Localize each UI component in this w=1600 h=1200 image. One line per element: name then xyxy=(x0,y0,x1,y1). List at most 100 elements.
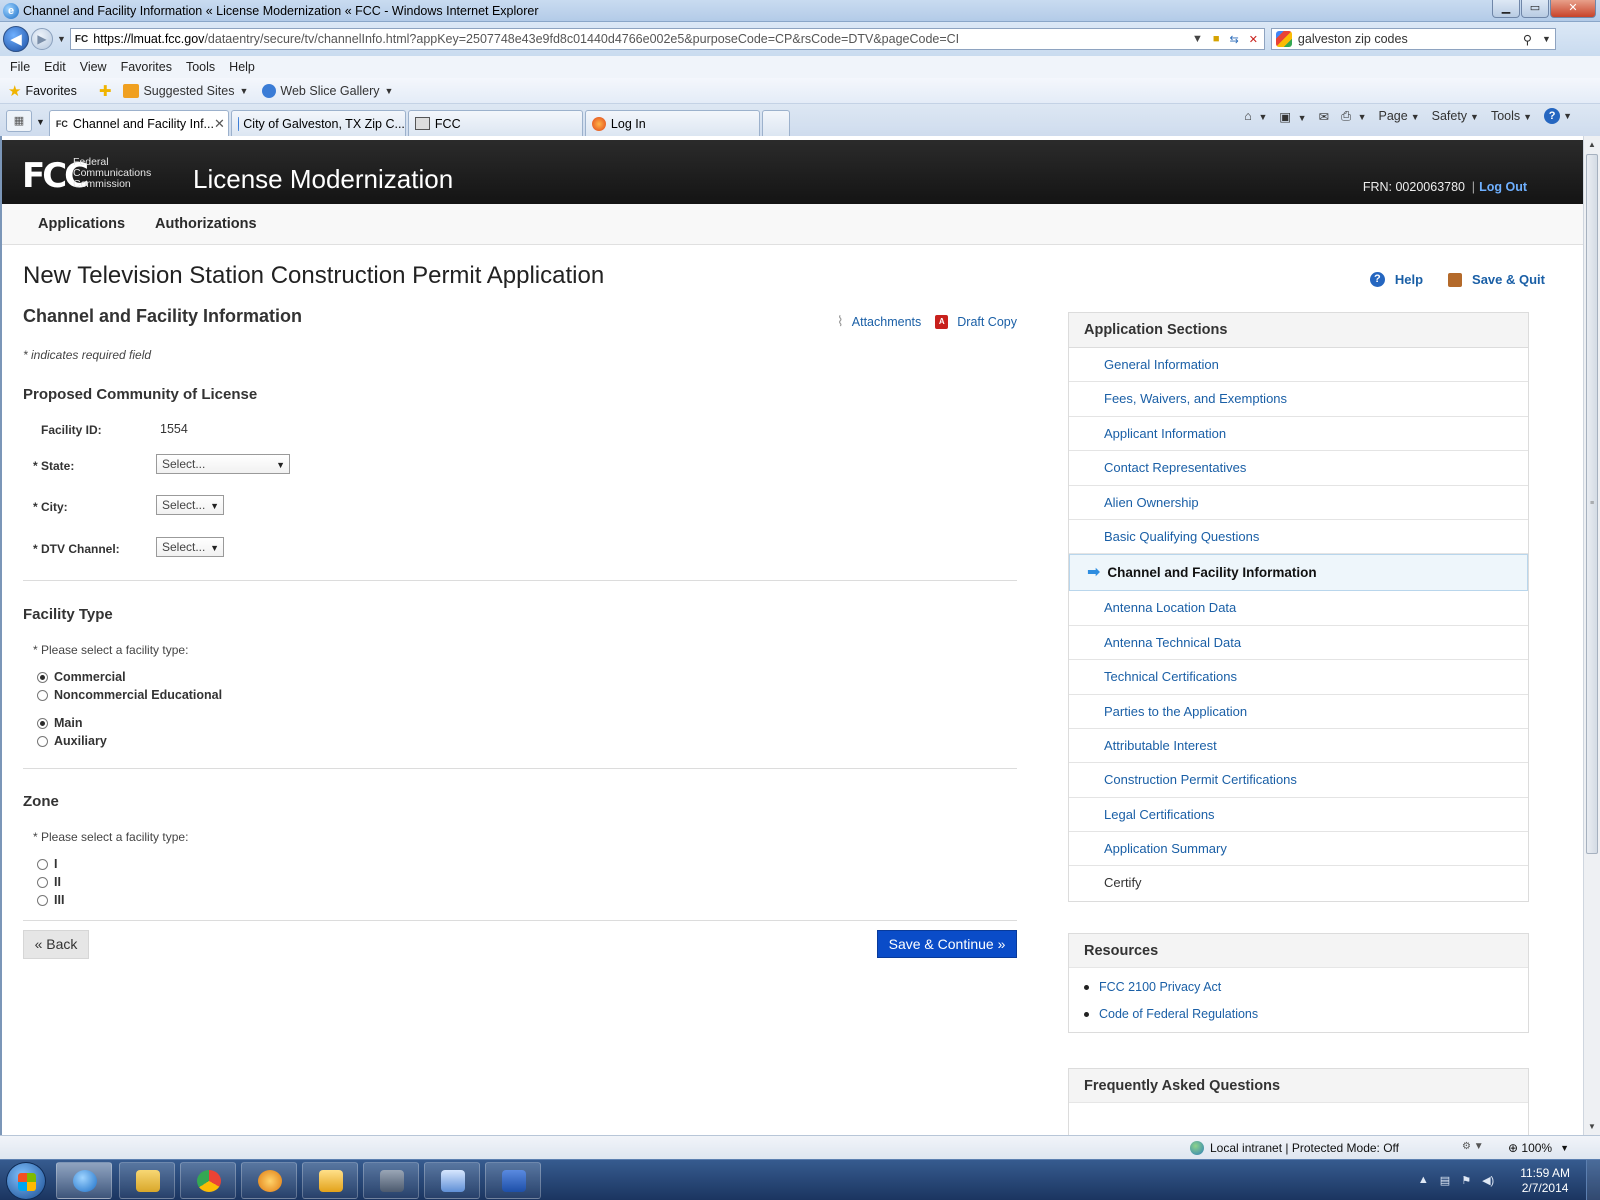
log-out-link[interactable]: Log Out xyxy=(1479,180,1527,194)
menu-tools[interactable]: Tools xyxy=(186,60,215,74)
pdf-icon[interactable]: A xyxy=(935,314,949,329)
search-options-icon[interactable]: ▼ xyxy=(1542,34,1551,44)
maximize-button[interactable]: ▭ xyxy=(1521,0,1549,18)
refresh-icon[interactable]: ⇆ xyxy=(1229,33,1238,46)
vertical-scrollbar[interactable]: ▲ ≡ ▼ xyxy=(1583,136,1600,1135)
address-dropdown-icon[interactable]: ▼ xyxy=(1192,33,1203,45)
radio-button[interactable] xyxy=(37,671,48,683)
help-icon[interactable]: ? xyxy=(1369,272,1385,287)
radio-zone-i[interactable]: I xyxy=(37,857,57,871)
page-menu[interactable]: Page ▼ xyxy=(1378,109,1419,123)
section-channel-facility-current[interactable]: ➡ Channel and Facility Information xyxy=(1069,554,1528,592)
radio-auxiliary[interactable]: Auxiliary xyxy=(37,734,107,748)
section-applicant-information[interactable]: Applicant Information xyxy=(1069,417,1528,452)
section-legal-certifications[interactable]: Legal Certifications xyxy=(1069,798,1528,833)
radio-button[interactable] xyxy=(37,894,48,906)
paperclip-icon[interactable]: ⌇ xyxy=(837,313,844,330)
save-quit-link[interactable]: Save & Quit xyxy=(1472,272,1545,287)
home-icon[interactable]: ⌂ ▼ xyxy=(1244,109,1267,123)
radio-button[interactable] xyxy=(37,858,48,870)
nav-applications[interactable]: Applications xyxy=(38,216,125,232)
start-button[interactable] xyxy=(6,1162,46,1200)
resource-link[interactable]: Code of Federal Regulations xyxy=(1099,1001,1258,1028)
lock-icon[interactable]: ■ xyxy=(1213,33,1220,45)
volume-icon[interactable]: ◀) xyxy=(1482,1174,1494,1187)
section-cp-certifications[interactable]: Construction Permit Certifications xyxy=(1069,763,1528,798)
menu-help[interactable]: Help xyxy=(229,60,255,74)
draft-copy-link[interactable]: Draft Copy xyxy=(957,315,1017,329)
close-window-button[interactable]: ✕ xyxy=(1550,0,1596,18)
scroll-up-icon[interactable]: ▲ xyxy=(1584,136,1600,153)
section-attributable-interest[interactable]: Attributable Interest xyxy=(1069,729,1528,764)
section-antenna-location[interactable]: Antenna Location Data xyxy=(1069,591,1528,626)
save-continue-button[interactable]: Save & Continue » xyxy=(877,930,1017,958)
radio-button[interactable] xyxy=(37,689,48,701)
section-technical-certifications[interactable]: Technical Certifications xyxy=(1069,660,1528,695)
radio-commercial[interactable]: Commercial xyxy=(37,670,126,684)
help-link[interactable]: Help xyxy=(1395,272,1423,287)
taskbar-chrome[interactable] xyxy=(180,1162,236,1199)
radio-main[interactable]: Main xyxy=(37,716,82,730)
section-antenna-technical[interactable]: Antenna Technical Data xyxy=(1069,626,1528,661)
tab-channel-facility[interactable]: FC Channel and Facility Inf... ✕ xyxy=(48,110,229,136)
section-general-information[interactable]: General Information xyxy=(1069,348,1528,383)
forward-nav-button[interactable]: ▶ xyxy=(31,28,53,50)
section-alien-ownership[interactable]: Alien Ownership xyxy=(1069,486,1528,520)
web-slice-gallery-button[interactable]: Web Slice Gallery ▼ xyxy=(262,83,393,98)
resource-cfr[interactable]: Code of Federal Regulations xyxy=(1084,1001,1528,1028)
system-clock[interactable]: 11:59 AM 2/7/2014 xyxy=(1520,1166,1570,1196)
print-icon[interactable]: ⎙ ▼ xyxy=(1341,109,1366,124)
show-hidden-icons-icon[interactable]: ▲ xyxy=(1418,1174,1429,1187)
security-zone[interactable]: Local intranet | Protected Mode: Off xyxy=(1190,1141,1399,1155)
scroll-thumb[interactable]: ≡ xyxy=(1586,154,1598,854)
section-basic-qualifying[interactable]: Basic Qualifying Questions xyxy=(1069,520,1528,555)
back-nav-button[interactable]: ◀ xyxy=(3,26,29,52)
search-box[interactable]: galveston zip codes ⚲ ▼ xyxy=(1270,28,1556,50)
address-bar[interactable]: FC https://lmuat.fcc.gov /dataentry/secu… xyxy=(69,28,1265,50)
help-menu[interactable]: ? ▼ xyxy=(1544,108,1572,124)
tab-list-dropdown-icon[interactable]: ▼ xyxy=(36,117,45,127)
radio-button[interactable] xyxy=(37,735,48,747)
menu-view[interactable]: View xyxy=(80,60,107,74)
show-desktop-button[interactable] xyxy=(1586,1160,1600,1200)
radio-button[interactable] xyxy=(37,717,48,729)
tab-log-in[interactable]: Log In xyxy=(584,110,760,136)
state-select[interactable]: Select... ▼ xyxy=(156,454,290,474)
section-contact-representatives[interactable]: Contact Representatives xyxy=(1069,451,1528,486)
new-tab-button[interactable] xyxy=(761,110,790,136)
tab-galveston-zip[interactable]: City of Galveston, TX Zip C... xyxy=(230,110,406,136)
quick-tabs-icon[interactable]: ▦ xyxy=(6,110,32,132)
attachments-link[interactable]: Attachments xyxy=(852,315,921,329)
menu-favorites[interactable]: Favorites xyxy=(121,60,172,74)
tab-fcc[interactable]: FCC xyxy=(407,110,583,136)
radio-zone-iii[interactable]: III xyxy=(37,893,64,907)
section-parties[interactable]: Parties to the Application xyxy=(1069,695,1528,729)
nav-authorizations[interactable]: Authorizations xyxy=(155,216,257,232)
minimize-button[interactable]: ▁ xyxy=(1492,0,1520,18)
save-quit-icon[interactable] xyxy=(1448,272,1463,287)
favorites-button[interactable]: ★ Favorites xyxy=(8,82,77,100)
protected-mode-icon[interactable]: ⚙ ▼ xyxy=(1462,1141,1484,1152)
suggested-sites-button[interactable]: Suggested Sites ▼ xyxy=(123,83,248,98)
feeds-icon[interactable]: ▣ ▼ xyxy=(1279,109,1306,124)
safety-menu[interactable]: Safety ▼ xyxy=(1432,109,1479,123)
taskbar-media-player[interactable] xyxy=(241,1162,297,1199)
taskbar-explorer[interactable] xyxy=(119,1162,175,1199)
history-dropdown-icon[interactable]: ▼ xyxy=(57,34,66,44)
menu-edit[interactable]: Edit xyxy=(44,60,66,74)
city-select[interactable]: Select... ▼ xyxy=(156,495,224,515)
dtv-channel-select[interactable]: Select... ▼ xyxy=(156,537,224,557)
section-fees-waivers[interactable]: Fees, Waivers, and Exemptions xyxy=(1069,382,1528,417)
taskbar-secure-app[interactable] xyxy=(363,1162,419,1199)
resource-privacy-act[interactable]: FCC 2100 Privacy Act xyxy=(1084,974,1528,1001)
network-icon[interactable]: ▤ xyxy=(1440,1174,1450,1187)
add-favorite-button[interactable]: ✚ xyxy=(99,82,116,100)
close-tab-icon[interactable]: ✕ xyxy=(214,116,225,132)
taskbar-network-app[interactable] xyxy=(424,1162,480,1199)
mail-icon[interactable]: ✉ xyxy=(1319,109,1329,124)
section-application-summary[interactable]: Application Summary xyxy=(1069,832,1528,867)
radio-noncommercial-educational[interactable]: Noncommercial Educational xyxy=(37,688,222,702)
tools-menu[interactable]: Tools ▼ xyxy=(1491,109,1532,123)
radio-zone-ii[interactable]: II xyxy=(37,875,61,889)
scroll-down-icon[interactable]: ▼ xyxy=(1584,1118,1600,1135)
